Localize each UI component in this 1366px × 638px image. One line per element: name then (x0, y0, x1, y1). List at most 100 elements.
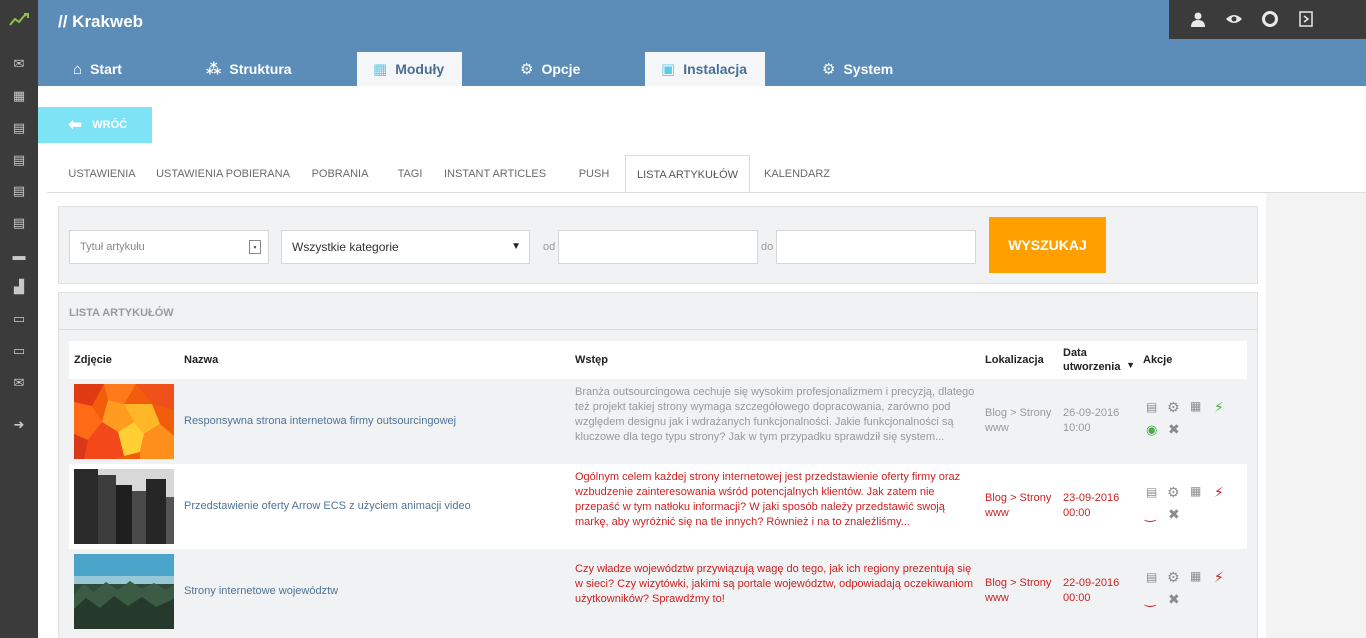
document-icon[interactable]: ▤ (0, 212, 38, 234)
chip-icon: ▣ (661, 61, 676, 78)
table-row: Strony internetowe województw Czy władze… (69, 549, 1247, 634)
subtab-instant-articles[interactable]: INSTANT ARTICLES (441, 155, 549, 193)
document-icon[interactable]: ▤ (1146, 570, 1157, 584)
gear-icon: ⚙ (520, 61, 534, 78)
stamp-icon[interactable]: ▟ (0, 276, 38, 298)
eye-icon[interactable] (1223, 8, 1245, 30)
list-heading: LISTA ARTYKUŁÓW (69, 307, 174, 319)
date-to-input[interactable] (776, 230, 976, 264)
article-date: 22-09-2016 00:00 (1063, 577, 1120, 604)
eye-closed-icon[interactable]: ‿ (1145, 507, 1155, 523)
arrow-left-icon: ⬅ (68, 115, 83, 134)
delete-icon[interactable]: ✖ (1168, 506, 1180, 523)
article-date: 23-09-2016 00:00 (1063, 492, 1120, 519)
divider (59, 329, 1257, 330)
search-button[interactable]: WYSZUKAJ (989, 217, 1106, 273)
col-photo: Zdjęcie (74, 354, 112, 366)
article-thumbnail[interactable] (74, 554, 174, 629)
article-intro: Ogólnym celem każdej strony internetowej… (575, 471, 961, 528)
table-row: Responsywna strona internetowa firmy out… (69, 379, 1247, 464)
monitor-icon[interactable]: ▭ (0, 308, 38, 330)
article-name-link[interactable]: Przedstawienie oferty Arrow ECS z użycie… (184, 464, 471, 549)
home-icon: ⌂ (73, 60, 83, 78)
subtab-lista-artykulow[interactable]: LISTA ARTYKUŁÓW (625, 155, 750, 193)
subtab-push[interactable]: PUSH (567, 155, 621, 193)
col-name: Nazwa (184, 354, 219, 366)
subtab-tagi[interactable]: TAGI (387, 155, 433, 193)
document-icon[interactable]: ▤ (1146, 485, 1157, 499)
article-intro: Czy władze województw przywiązują wagę d… (575, 563, 973, 605)
date-from-input[interactable] (558, 230, 758, 264)
trend-line-icon[interactable] (0, 0, 38, 40)
article-location: Blog > Strony www (985, 577, 1052, 604)
article-thumbnail[interactable] (74, 384, 174, 459)
to-label: do (761, 241, 774, 253)
tab-moduly[interactable]: ▦ Moduły (357, 52, 462, 86)
grid-icon[interactable]: ▦ (0, 85, 38, 107)
caret-down-icon: ▼ (511, 241, 521, 252)
eye-open-icon[interactable]: ◉ (1146, 422, 1157, 438)
lifebuoy-icon[interactable] (1259, 8, 1281, 30)
article-location: Blog > Strony www (985, 492, 1052, 519)
arrow-right-icon[interactable]: ➜ (0, 414, 38, 436)
delete-icon[interactable]: ✖ (1168, 591, 1180, 608)
subtab-pobrania[interactable]: POBRANIA (301, 155, 379, 193)
subtab-kalendarz[interactable]: KALENDARZ (757, 155, 837, 193)
brand-title[interactable]: // Krakweb (58, 12, 143, 32)
tab-instalacja[interactable]: ▣ Instalacja (645, 52, 765, 86)
document-icon[interactable]: ▤ (0, 180, 38, 202)
calendar-icon[interactable]: ▦ (1190, 484, 1201, 498)
col-intro: Wstęp (575, 354, 608, 366)
list-icon[interactable]: ▬ (0, 244, 38, 266)
tab-struktura[interactable]: ⁂ Struktura (190, 52, 308, 86)
top-header: // Krakweb ⌂ Start ⁂ Struktura ▦ Moduły ⚙ Op… (38, 0, 1366, 86)
left-icon-rail: ✉ ▦ ▤ ▤ ▤ ▤ ▬ ▟ ▭ ▭ ✉ ➜ (0, 0, 38, 638)
tab-system[interactable]: ⚙ System (806, 52, 909, 86)
sub-tabs: USTAWIENIA USTAWIENIA POBIERANA POBRANIA… (47, 155, 1366, 193)
article-list-panel: LISTA ARTYKUŁÓW Zdjęcie Nazwa Wstęp Loka… (58, 292, 1258, 638)
article-intro: Branża outsourcingowa cechuje się wysoki… (575, 386, 975, 443)
modules-icon: ▦ (373, 61, 388, 78)
top-toolbar (1169, 0, 1366, 39)
category-select[interactable]: Wszystkie kategorie ▼ (281, 230, 530, 264)
gear-icon[interactable]: ⚙ (1167, 484, 1180, 501)
sort-desc-icon: ▼ (1126, 360, 1135, 370)
gear-icon: ⚙ (822, 61, 836, 78)
plug-icon[interactable]: ⚡ (1214, 399, 1224, 416)
col-location: Lokalizacja (985, 354, 1044, 366)
document-icon[interactable]: ▤ (1146, 400, 1157, 414)
gear-icon[interactable]: ⚙ (1167, 569, 1180, 586)
back-button[interactable]: ⬅ WRÓĆ (38, 107, 152, 143)
tab-opcje[interactable]: ⚙ Opcje (504, 52, 596, 86)
subtab-ustawienia[interactable]: USTAWIENIA (55, 155, 149, 193)
envelope-icon[interactable]: ✉ (0, 53, 38, 75)
title-input[interactable]: Tytuł artykułu (69, 230, 269, 264)
exit-icon[interactable] (1295, 8, 1317, 30)
article-location: Blog > Strony www (985, 407, 1052, 434)
col-actions: Akcje (1143, 354, 1173, 366)
plug-icon[interactable]: ⚡ (1214, 484, 1224, 501)
calendar-icon[interactable]: ▦ (1190, 569, 1201, 583)
sitemap-icon: ⁂ (206, 61, 222, 78)
envelope-icon[interactable]: ✉ (0, 372, 38, 394)
article-date: 26-09-2016 10:00 (1063, 407, 1120, 434)
eye-closed-icon[interactable]: ‿ (1145, 592, 1155, 608)
from-label: od (543, 241, 556, 253)
monitor-icon[interactable]: ▭ (0, 340, 38, 362)
contact-card-icon: ▪ (249, 240, 261, 254)
col-date[interactable]: Data utworzenia ▼ (1063, 341, 1135, 379)
calendar-icon[interactable]: ▦ (1190, 399, 1201, 413)
article-thumbnail[interactable] (74, 469, 174, 544)
document-icon[interactable]: ▤ (0, 149, 38, 171)
plug-icon[interactable]: ⚡ (1214, 569, 1224, 586)
table-header: Zdjęcie Nazwa Wstęp Lokalizacja Data utw… (69, 341, 1247, 379)
tab-start[interactable]: ⌂ Start (57, 52, 138, 86)
document-icon[interactable]: ▤ (0, 117, 38, 139)
delete-icon[interactable]: ✖ (1168, 421, 1180, 438)
article-name-link[interactable]: Responsywna strona internetowa firmy out… (184, 379, 456, 464)
gear-icon[interactable]: ⚙ (1167, 399, 1180, 416)
user-icon[interactable] (1187, 8, 1209, 30)
article-name-link[interactable]: Strony internetowe województw (184, 549, 338, 634)
content-area: Tytuł artykułu ▪ Wszystkie kategorie ▼ o… (47, 192, 1366, 638)
subtab-ustawienia-pobierana[interactable]: USTAWIENIA POBIERANA (151, 155, 295, 193)
